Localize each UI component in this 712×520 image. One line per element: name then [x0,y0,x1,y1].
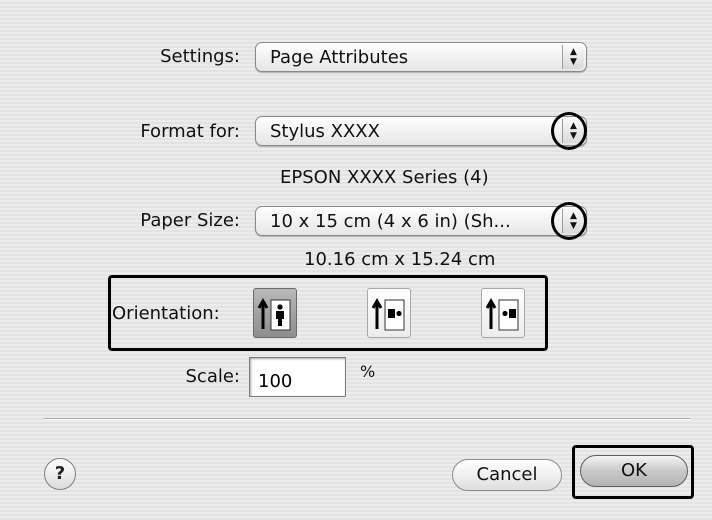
format-for-label: Format for: [140,121,240,142]
help-button[interactable]: ? [44,458,76,490]
settings-value: Page Attributes [270,47,409,68]
separator [44,418,690,420]
scale-input[interactable] [249,357,346,397]
cancel-button[interactable]: Cancel [452,459,562,491]
paper-size-label: Paper Size: [140,210,240,231]
scale-label: Scale: [185,366,241,387]
portrait-icon [257,297,291,331]
settings-popup[interactable]: Page Attributes ▲ ▼ [255,42,587,72]
highlight-circle [551,112,587,150]
scale-unit: % [360,362,376,381]
landscape-left-icon [371,297,405,331]
paper-dimensions: 10.16 cm x 15.24 cm [304,249,496,270]
landscape-right-icon [485,297,519,331]
highlight-circle [551,202,587,240]
orientation-landscape-right-button[interactable] [481,288,525,338]
format-for-value: Stylus XXXX [270,121,380,142]
settings-label: Settings: [160,46,240,67]
paper-size-value: 10 x 15 cm (4 x 6 in) (Sh... [270,211,511,232]
printer-description: EPSON XXXX Series (4) [280,167,489,188]
paper-size-popup[interactable]: 10 x 15 cm (4 x 6 in) (Sh... ▲ ▼ [255,206,587,236]
ok-button[interactable]: OK [580,455,688,487]
orientation-portrait-button[interactable] [253,288,297,338]
orientation-landscape-left-button[interactable] [367,288,411,338]
popup-arrows-icon: ▲ ▼ [562,45,584,69]
orientation-label: Orientation: [112,303,220,324]
format-for-popup[interactable]: Stylus XXXX ▲ ▼ [255,116,587,146]
